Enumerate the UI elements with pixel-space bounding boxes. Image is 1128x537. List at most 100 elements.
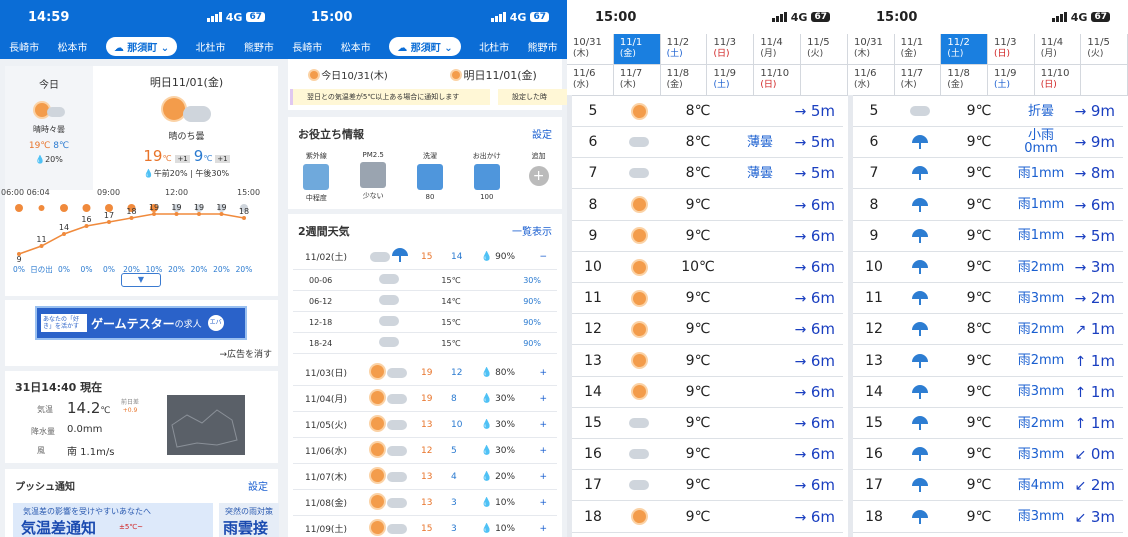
hour-row[interactable]: 14 9℃ → 6m: [572, 377, 843, 408]
hour-row[interactable]: 18 9℃ → 6m: [572, 502, 843, 533]
hour-row[interactable]: 17 9℃ 雨4mm ↙ 2m: [853, 470, 1123, 502]
useful-setting-link[interactable]: 設定: [532, 126, 552, 141]
remove-ad-link[interactable]: →広告を消す: [219, 347, 272, 360]
date-cell[interactable]: 11/10 (日): [754, 65, 802, 95]
radar-map-thumbnail[interactable]: [167, 395, 245, 455]
week-row[interactable]: 11/02(土) 15 14 💧 90% −: [293, 244, 557, 270]
hour-row[interactable]: 7 8℃ 薄曇 → 5m: [572, 158, 843, 190]
hour-row[interactable]: 6 8℃ 薄曇 → 5m: [572, 127, 843, 159]
add-item[interactable]: 追加 +: [519, 151, 559, 203]
date-cell[interactable]: 11/3 (日): [988, 34, 1035, 64]
temp-label: 19: [171, 203, 181, 212]
hour-temp: 9℃: [966, 196, 992, 213]
date-cell[interactable]: 11/4 (月): [1035, 34, 1082, 64]
hour-label: 7: [588, 165, 598, 182]
hour-temp: 9℃: [685, 352, 711, 369]
network-type: 4G: [1070, 10, 1088, 24]
hour-row[interactable]: 17 9℃ → 6m: [572, 470, 843, 502]
current-obs-card: 31日14:40 現在 気温 14.2℃ 前日差 +0.9 降水量 0.0mm 風…: [5, 371, 278, 463]
date-cell[interactable]: 11/3 (日): [707, 34, 755, 64]
hour-row[interactable]: 7 9℃ 雨1mm → 8m: [853, 158, 1123, 190]
hour-row[interactable]: 11 9℃ 雨3mm → 2m: [853, 283, 1123, 315]
date-cell[interactable]: 11/6 (水): [567, 65, 614, 95]
temp-diff-banner[interactable]: 翌日との気温差が5℃以上ある場合に通知します: [290, 89, 490, 105]
promo-rain[interactable]: 突然の雨対策 雨雲接: [219, 503, 279, 537]
date-cell[interactable]: 11/2 (土): [661, 34, 708, 64]
pm25-item[interactable]: PM2.5 少ない: [348, 151, 398, 203]
date-cell[interactable]: 11/9 (土): [707, 65, 755, 95]
hour-row[interactable]: 15 9℃ → 6m: [572, 408, 843, 439]
tomorrow-summary[interactable]: 明日11/01(金) 晴のち曇 19℃ +1 9℃ +1 💧午前20% | 午後30%: [95, 66, 278, 190]
week-row[interactable]: 11/09(土) 15 3 💧 10% +: [293, 516, 557, 537]
date-cell[interactable]: 10/31 (木): [848, 34, 895, 64]
date-cell[interactable]: 11/4 (月): [754, 34, 802, 64]
date-cell[interactable]: 11/5 (火): [801, 34, 848, 64]
date-cell[interactable]: 11/8 (金): [661, 65, 708, 95]
ad-title: ゲームテスター: [91, 316, 175, 331]
hour-label: 5: [588, 103, 598, 119]
uv-item[interactable]: 紫外線 中程度: [291, 151, 341, 203]
city-tab[interactable]: 北杜市: [479, 39, 509, 54]
city-tab[interactable]: 北杜市: [196, 39, 226, 54]
date-cell[interactable]: 11/9 (土): [988, 65, 1035, 95]
date-cell[interactable]: 11/8 (金): [941, 65, 989, 95]
hour-row[interactable]: 16 9℃ 雨3mm ↙ 0m: [853, 439, 1123, 471]
ad-banner[interactable]: あなたの「好き」を活かす ゲームテスター の求人 エバ: [35, 306, 247, 340]
date-cell[interactable]: 11/1 (金): [613, 34, 661, 64]
hour-row[interactable]: 15 9℃ 雨2mm ↑ 1m: [853, 408, 1123, 439]
city-tab[interactable]: 長崎市: [292, 39, 322, 54]
hour-row[interactable]: 5 9℃ 折曇 → 9m: [853, 96, 1123, 127]
date-cell[interactable]: 11/1 (金): [895, 34, 942, 64]
day-switcher: 今日10/31(木) 明日11/01(金) 翌日との気温差が5℃以上ある場合に通…: [288, 59, 567, 110]
week-row[interactable]: 11/05(火) 13 10 💧 30% +: [293, 412, 557, 438]
hour-row[interactable]: 10 10℃ → 6m: [572, 252, 843, 283]
hour-row[interactable]: 12 9℃ → 6m: [572, 314, 843, 346]
outing-item[interactable]: お出かけ 100: [462, 151, 512, 203]
laundry-item[interactable]: 洗濯 80: [405, 151, 455, 203]
hour-row[interactable]: 16 9℃ → 6m: [572, 439, 843, 471]
hour-row[interactable]: 11 9℃ → 6m: [572, 283, 843, 315]
promo-temp-diff[interactable]: 気温差の影響を受けやすいあなたへ 気温差通知 ±5℃~: [13, 503, 213, 537]
expand-chevron-icon[interactable]: ▼: [121, 273, 161, 287]
date-cell[interactable]: 11/6 (水): [848, 65, 895, 95]
hour-row[interactable]: 8 9℃ 雨1mm → 6m: [853, 190, 1123, 221]
hour-row[interactable]: 6 9℃ 小雨 0mm → 9m: [853, 127, 1123, 159]
hour-row[interactable]: 13 9℃ 雨2mm ↑ 1m: [853, 346, 1123, 377]
week-row[interactable]: 11/08(金) 13 3 💧 10% +: [293, 490, 557, 516]
week-list-link[interactable]: 一覧表示: [512, 223, 552, 238]
city-tab[interactable]: 松本市: [341, 39, 371, 54]
city-tab[interactable]: 熊野市: [528, 39, 558, 54]
hour-weather: 雨2mm: [1017, 259, 1065, 275]
date-cell[interactable]: 11/5 (火): [1081, 34, 1128, 64]
city-tab[interactable]: 熊野市: [244, 39, 274, 54]
date-cell[interactable]: 11/2 (土): [941, 34, 989, 64]
hour-row[interactable]: 14 9℃ 雨3mm ↑ 1m: [853, 377, 1123, 408]
hour-wind: → 9m: [1074, 133, 1115, 152]
hour-weather-icon: [82, 204, 91, 212]
date-cell[interactable]: 11/7 (木): [895, 65, 942, 95]
week-row[interactable]: 11/03(日) 19 12 💧 80% +: [293, 360, 557, 386]
date-cell[interactable]: 10/31 (木): [567, 34, 614, 64]
week-row[interactable]: 11/06(水) 12 5 💧 30% +: [293, 438, 557, 464]
push-setting-link[interactable]: 設定: [248, 478, 268, 493]
hour-row[interactable]: 12 8℃ 雨2mm ↗ 1m: [853, 314, 1123, 346]
city-tab[interactable]: 長崎市: [9, 39, 39, 54]
city-tab-selected[interactable]: ☁ 那須町 ⌄: [389, 37, 461, 56]
hour-row[interactable]: 13 9℃ → 6m: [572, 346, 843, 377]
hour-row[interactable]: 5 8℃ → 5m: [572, 96, 843, 127]
hour-row[interactable]: 9 9℃ → 6m: [572, 221, 843, 252]
week-row[interactable]: 11/07(木) 13 4 💧 20% +: [293, 464, 557, 490]
setting-banner[interactable]: 設定した時: [498, 89, 567, 105]
hour-row[interactable]: 8 9℃ → 6m: [572, 190, 843, 221]
date-cell[interactable]: 11/10 (日): [1035, 65, 1082, 95]
today-summary[interactable]: 今日 晴時々曇 19℃ 8℃ 💧20%: [5, 66, 93, 190]
hour-row[interactable]: 10 9℃ 雨2mm → 3m: [853, 252, 1123, 283]
city-tab[interactable]: 松本市: [57, 39, 87, 54]
hour-row[interactable]: 9 9℃ 雨1mm → 5m: [853, 221, 1123, 252]
hour-weather: 折曇: [1027, 103, 1054, 119]
city-tab-selected[interactable]: ☁ 那須町 ⌄: [105, 37, 178, 56]
hour-row[interactable]: 18 9℃ 雨3mm ↙ 3m: [853, 502, 1123, 533]
hour-temp: 9℃: [685, 477, 711, 494]
week-row[interactable]: 11/04(月) 19 8 💧 30% +: [293, 386, 557, 412]
date-cell[interactable]: 11/7 (木): [614, 65, 661, 95]
